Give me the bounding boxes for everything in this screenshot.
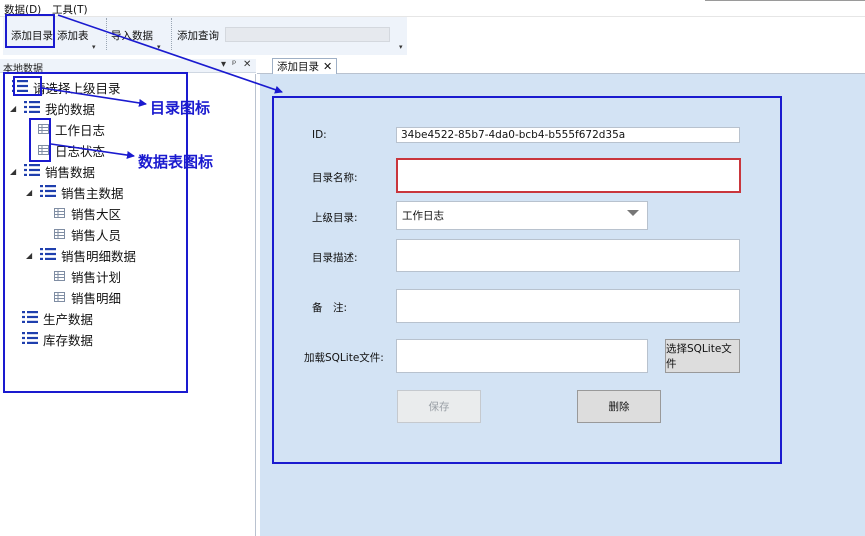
annotation-form-box bbox=[272, 96, 782, 464]
left-panel-header: 本地数据 ▾ ᵖ ✕ bbox=[0, 59, 256, 75]
close-tab-icon[interactable]: ✕ bbox=[323, 60, 332, 73]
parent-directory-select[interactable]: 工作日志 bbox=[396, 201, 648, 230]
id-field[interactable]: 34be4522-85b7-4da0-bcb4-b555f672d35a bbox=[396, 127, 740, 143]
delete-button[interactable]: 删除 bbox=[577, 390, 661, 423]
highlight-add-directory bbox=[5, 14, 55, 48]
name-label: 目录名称: bbox=[312, 172, 358, 184]
tab-label: 添加目录 bbox=[277, 61, 319, 73]
toolbar-separator bbox=[171, 18, 172, 50]
query-input[interactable] bbox=[225, 27, 390, 42]
parent-label: 上级目录: bbox=[312, 212, 358, 224]
close-panel-icon[interactable]: ✕ bbox=[243, 59, 251, 70]
toolbar-panel: 添加目录 添加表 ▾ 导入数据 ▾ 添加查询 ▾ bbox=[3, 17, 407, 55]
parent-directory-value: 工作日志 bbox=[402, 210, 444, 222]
directory-name-field[interactable] bbox=[396, 158, 741, 193]
document-tabstrip: 添加目录 ✕ bbox=[257, 55, 865, 75]
menu-tools[interactable]: 工具(T) bbox=[52, 2, 88, 17]
add-table-dropdown-icon[interactable]: ▾ bbox=[92, 43, 96, 51]
toolbar-separator bbox=[106, 18, 107, 50]
description-label: 目录描述: bbox=[312, 252, 358, 264]
import-data-dropdown-icon[interactable]: ▾ bbox=[157, 43, 161, 51]
add-query-button[interactable]: 添加查询 bbox=[177, 28, 219, 43]
annotation-directory-icon-label: 目录图标 bbox=[150, 99, 211, 117]
sqlite-file-field[interactable] bbox=[396, 339, 648, 373]
toolbar: 添加目录 添加表 ▾ 导入数据 ▾ 添加查询 ▾ bbox=[0, 17, 865, 55]
note-field[interactable] bbox=[396, 289, 740, 323]
annotation-table-icon-label: 数据表图标 bbox=[138, 153, 214, 171]
tab-add-directory[interactable]: 添加目录 ✕ bbox=[272, 58, 338, 75]
menu-bar: 数据(D) 工具(T) bbox=[0, 0, 865, 17]
annotation-directory-icon-box bbox=[13, 76, 42, 96]
menu-divider bbox=[705, 0, 865, 1]
save-button[interactable]: 保存 bbox=[397, 390, 481, 423]
pin-icon[interactable]: ᵖ bbox=[232, 59, 236, 70]
chevron-down-icon[interactable] bbox=[627, 210, 639, 216]
id-label: ID: bbox=[312, 129, 327, 141]
import-data-button[interactable]: 导入数据 bbox=[111, 28, 153, 43]
panel-menu-icon[interactable]: ▾ bbox=[221, 59, 226, 70]
sqlite-label: 加载SQLite文件: bbox=[304, 352, 384, 364]
query-dropdown-icon[interactable]: ▾ bbox=[399, 43, 403, 51]
choose-sqlite-button[interactable]: 选择SQLite文件 bbox=[665, 339, 740, 373]
description-field[interactable] bbox=[396, 239, 740, 272]
add-table-button[interactable]: 添加表 bbox=[57, 28, 89, 43]
annotation-table-icon-box bbox=[29, 118, 51, 162]
note-label: 备 注: bbox=[312, 302, 348, 314]
